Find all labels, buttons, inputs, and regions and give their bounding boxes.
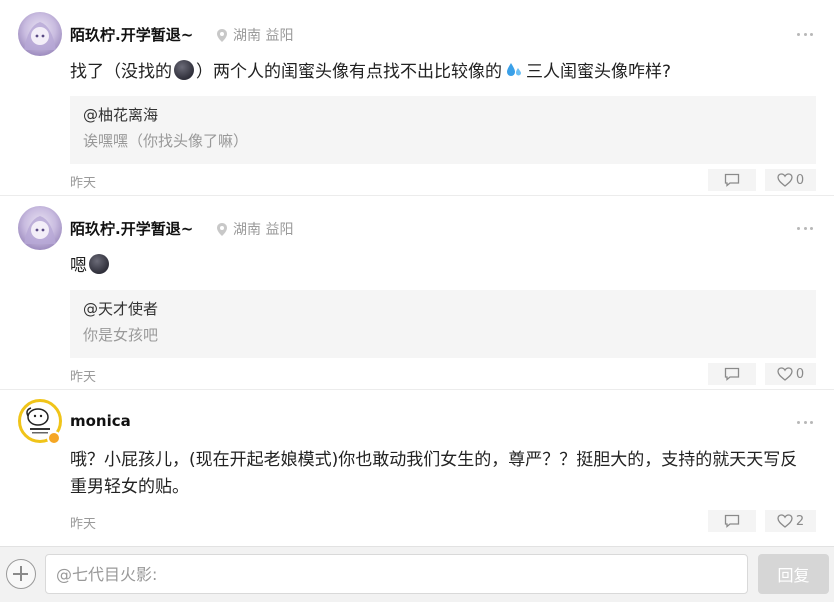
comment-text: 哦？小屁孩儿，(现在开起老娘模式)你也敢动我们女生的，尊严？？挺胆大的，支持的就… <box>70 450 798 497</box>
more-options-icon[interactable] <box>797 31 813 37</box>
quoted-reply[interactable]: @柚花离海 诶嘿嘿（你找头像了嘛） <box>70 96 816 164</box>
quote-text: 你是女孩吧 <box>83 326 159 344</box>
timestamp: 昨天 <box>70 176 97 191</box>
comment-text-part: 嗯 <box>70 256 87 276</box>
more-options-icon[interactable] <box>797 419 813 425</box>
comment-icon <box>724 173 740 187</box>
user-avatar[interactable] <box>18 12 62 56</box>
dark-face-emoji-icon <box>89 254 109 274</box>
quoted-reply[interactable]: @天才使者 你是女孩吧 <box>70 290 816 358</box>
vip-badge-icon <box>47 431 61 445</box>
like-button[interactable]: 0 <box>765 169 816 191</box>
heart-icon <box>777 173 793 187</box>
comment-text: 嗯 <box>70 253 810 280</box>
reply-button[interactable] <box>708 363 756 385</box>
comment-icon <box>724 514 740 528</box>
location-pin-icon <box>217 222 227 236</box>
quote-user[interactable]: @柚花离海 <box>83 104 158 125</box>
username[interactable]: 陌玖柠.开学暂退~ <box>70 24 193 45</box>
like-button[interactable]: 0 <box>765 363 816 385</box>
dark-face-emoji-icon <box>174 60 194 80</box>
quote-user[interactable]: @天才使者 <box>83 298 158 319</box>
comment-icon <box>724 367 740 381</box>
reply-button[interactable] <box>708 510 756 532</box>
location-text: 湖南 益阳 <box>233 28 294 44</box>
add-attachment-button[interactable] <box>6 559 36 589</box>
comment-item: 陌玖柠.开学暂退~ 湖南 益阳 嗯 @天才使者 你是女孩吧 昨天 0 <box>0 196 834 390</box>
username[interactable]: monica <box>70 412 131 430</box>
more-options-icon[interactable] <box>797 225 813 231</box>
comment-text: 找了（没找的 ）两个人的闺蜜头像有点找不出比较像的 三人闺蜜头像咋样? <box>70 59 810 86</box>
like-count: 0 <box>795 172 805 188</box>
like-button[interactable]: 2 <box>765 510 816 532</box>
reply-input[interactable] <box>45 554 748 594</box>
comment-text-part: 找了（没找的 <box>70 62 172 82</box>
location-text: 湖南 益阳 <box>233 222 294 238</box>
quote-text: 诶嘿嘿（你找头像了嘛） <box>83 132 249 150</box>
heart-icon <box>777 367 793 381</box>
like-count: 2 <box>795 513 805 529</box>
reply-button[interactable] <box>708 169 756 191</box>
location-pin-icon <box>217 28 227 42</box>
timestamp: 昨天 <box>70 517 97 532</box>
username[interactable]: 陌玖柠.开学暂退~ <box>70 218 193 239</box>
comment-text-part: 三人闺蜜头像咋样? <box>526 62 672 82</box>
reply-bar: 回复 <box>0 546 834 602</box>
user-avatar[interactable] <box>18 206 62 250</box>
timestamp: 昨天 <box>70 370 97 385</box>
heart-icon <box>777 514 793 528</box>
comment-item: monica 哦？小屁孩儿，(现在开起老娘模式)你也敢动我们女生的，尊严？？挺胆… <box>0 390 834 540</box>
location: 湖南 益阳 <box>217 219 293 239</box>
location: 湖南 益阳 <box>217 25 293 45</box>
comment-item: 陌玖柠.开学暂退~ 湖南 益阳 找了（没找的 ）两个人的闺蜜头像有点找不出比较像的… <box>0 0 834 196</box>
submit-reply-button[interactable]: 回复 <box>758 554 829 594</box>
sweat-droplets-emoji-icon <box>507 63 521 76</box>
like-count: 0 <box>795 366 805 382</box>
comment-text-part: ）两个人的闺蜜头像有点找不出比较像的 <box>196 62 502 82</box>
